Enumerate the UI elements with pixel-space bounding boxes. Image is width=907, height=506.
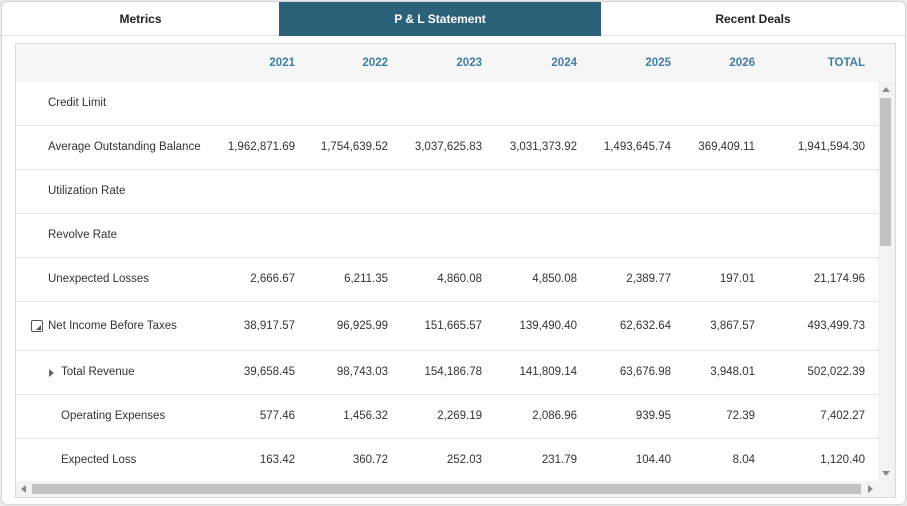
row-label: Total Revenue xyxy=(61,366,135,378)
table-row[interactable]: Net Income Before Taxes 38,917.57 96,925.9… xyxy=(16,302,878,351)
column-header-2023[interactable]: 2023 xyxy=(422,44,482,82)
table-cell: 493,499.73 xyxy=(807,320,865,332)
pl-grid: 2021 2022 2023 2024 2025 2026 TOTAL Cred… xyxy=(15,43,896,498)
table-cell: 154,186.78 xyxy=(424,366,482,378)
table-row[interactable]: Average Outstanding Balance 1,962,871.69 1… xyxy=(16,126,878,170)
table-cell: 4,850.08 xyxy=(532,273,577,285)
expand-caret-icon[interactable] xyxy=(49,369,54,377)
pl-panel: Metrics P & L Statement Recent Deals 202… xyxy=(1,1,906,505)
table-cell: 3,948.01 xyxy=(710,366,755,378)
scroll-down-arrow-icon[interactable] xyxy=(882,471,890,476)
table-cell: 7,402.27 xyxy=(820,410,865,422)
vertical-scroll-thumb[interactable] xyxy=(880,98,891,246)
table-cell: 3,867.57 xyxy=(710,320,755,332)
table-row[interactable]: Credit Limit xyxy=(16,82,878,126)
tab-label: Metrics xyxy=(119,11,162,26)
table-cell: 1,120.40 xyxy=(820,454,865,466)
tab-pl-statement[interactable]: P & L Statement xyxy=(279,2,601,36)
scroll-up-arrow-icon[interactable] xyxy=(882,87,890,92)
column-header-2025[interactable]: 2025 xyxy=(611,44,671,82)
table-cell: 96,925.99 xyxy=(336,320,388,332)
table-cell: 2,269.19 xyxy=(437,410,482,422)
table-cell: 2,666.67 xyxy=(250,273,295,285)
table-cell: 21,174.96 xyxy=(813,273,865,285)
tab-bar: Metrics P & L Statement Recent Deals xyxy=(2,2,905,36)
table-row[interactable]: Total Revenue 39,658.45 98,743.03 154,186.7… xyxy=(16,351,878,395)
column-header-total[interactable]: TOTAL xyxy=(805,44,865,82)
table-row[interactable]: Utilization Rate xyxy=(16,170,878,214)
table-row[interactable]: Revolve Rate xyxy=(16,214,878,258)
table-cell: 197.01 xyxy=(719,273,755,285)
table-row[interactable]: Unexpected Losses 2,666.67 6,211.35 4,860.0… xyxy=(16,258,878,302)
table-cell: 151,665.57 xyxy=(424,320,482,332)
table-row[interactable]: Operating Expenses 577.46 1,456.32 2,269.19… xyxy=(16,395,878,439)
table-cell: 4,860.08 xyxy=(437,273,482,285)
table-cell: 577.46 xyxy=(259,410,295,422)
collapse-icon[interactable] xyxy=(31,320,43,332)
horizontal-scroll-thumb[interactable] xyxy=(32,484,861,494)
tab-metrics[interactable]: Metrics xyxy=(2,2,279,36)
table-cell: 98,743.03 xyxy=(336,366,388,378)
table-cell: 252.03 xyxy=(446,454,482,466)
table-cell: 1,754,639.52 xyxy=(320,141,388,153)
row-label: Net Income Before Taxes xyxy=(48,320,177,332)
table-cell: 3,037,625.83 xyxy=(414,141,482,153)
scroll-right-arrow-icon[interactable] xyxy=(868,485,873,493)
grid-header: 2021 2022 2023 2024 2025 2026 TOTAL xyxy=(16,44,895,83)
table-cell: 62,632.64 xyxy=(619,320,671,332)
scroll-left-arrow-icon[interactable] xyxy=(21,485,26,493)
row-label: Credit Limit xyxy=(48,97,107,109)
tab-label: Recent Deals xyxy=(715,11,791,26)
row-label: Unexpected Losses xyxy=(48,273,150,285)
table-cell: 360.72 xyxy=(352,454,388,466)
table-cell: 141,809.14 xyxy=(519,366,577,378)
table-cell: 163.42 xyxy=(259,454,295,466)
table-cell: 1,941,594.30 xyxy=(797,141,865,153)
row-label: Operating Expenses xyxy=(61,410,166,422)
table-cell: 104.40 xyxy=(635,454,671,466)
table-cell: 2,086.96 xyxy=(532,410,577,422)
table-cell: 369,409.11 xyxy=(698,141,755,153)
row-label: Utilization Rate xyxy=(48,185,126,197)
table-cell: 63,676.98 xyxy=(619,366,671,378)
row-label: Revolve Rate xyxy=(48,229,118,241)
column-header-2026[interactable]: 2026 xyxy=(695,44,755,82)
table-cell: 502,022.39 xyxy=(807,366,865,378)
table-cell: 139,490.40 xyxy=(519,320,577,332)
table-cell: 38,917.57 xyxy=(243,320,295,332)
vertical-scrollbar[interactable] xyxy=(878,82,895,481)
column-header-2024[interactable]: 2024 xyxy=(517,44,577,82)
table-cell: 1,962,871.69 xyxy=(227,141,295,153)
tab-recent-deals[interactable]: Recent Deals xyxy=(601,2,905,36)
table-cell: 231.79 xyxy=(541,454,577,466)
row-label: Average Outstanding Balance xyxy=(48,141,201,153)
table-cell: 8.04 xyxy=(732,454,755,466)
table-cell: 39,658.45 xyxy=(243,366,295,378)
scrollbar-corner xyxy=(878,481,895,497)
table-cell: 6,211.35 xyxy=(344,273,388,285)
table-cell: 939.95 xyxy=(635,410,671,422)
table-row[interactable]: Expected Loss 163.42 360.72 252.03 231.79 104… xyxy=(16,439,878,483)
column-header-2021[interactable]: 2021 xyxy=(235,44,295,82)
table-cell: 72.39 xyxy=(726,410,755,422)
table-cell: 1,456.32 xyxy=(343,410,388,422)
horizontal-scrollbar[interactable] xyxy=(16,481,878,497)
table-cell: 3,031,373.92 xyxy=(509,141,577,153)
column-header-2022[interactable]: 2022 xyxy=(328,44,388,82)
tab-label: P & L Statement xyxy=(394,11,486,26)
table-cell: 1,493,645.74 xyxy=(603,141,671,153)
table-cell: 2,389.77 xyxy=(626,273,671,285)
row-label: Expected Loss xyxy=(61,454,137,466)
